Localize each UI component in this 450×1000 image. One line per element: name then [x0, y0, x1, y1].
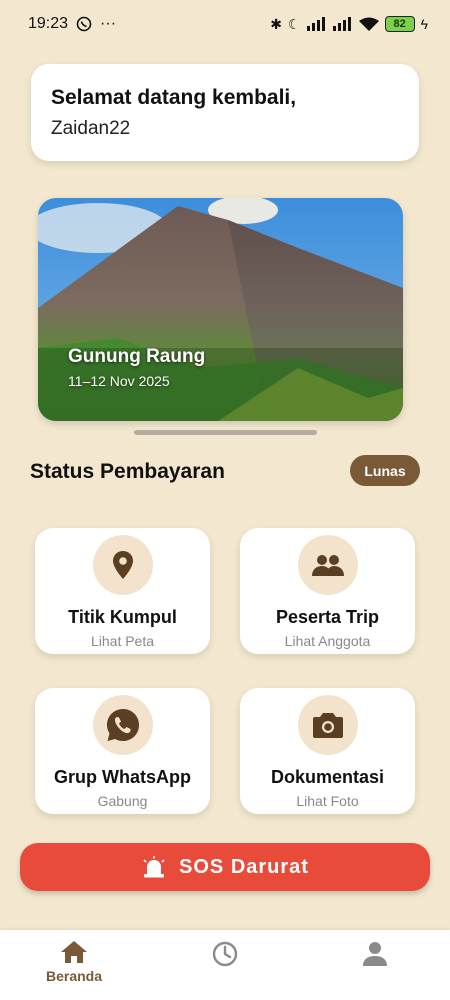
menu-label: Dokumentasi: [270, 767, 385, 787]
nav-history[interactable]: [180, 940, 270, 968]
menu-sublabel: Lihat Foto: [296, 793, 359, 809]
siren-icon: [143, 856, 165, 878]
sos-emergency-button[interactable]: SOS Darurat: [20, 843, 430, 891]
whatsapp-icon: [92, 695, 153, 755]
nav-home[interactable]: Beranda: [29, 940, 119, 984]
menu-label: Titik Kumpul: [68, 607, 177, 627]
bottom-navigation: Beranda: [0, 930, 450, 1000]
signal-icon: [306, 17, 325, 31]
menu-sublabel: Lihat Peta: [90, 633, 155, 649]
meeting-point-card[interactable]: Titik Kumpul Lihat Peta: [35, 528, 210, 654]
location-pin-icon: [92, 535, 153, 595]
wifi-icon: [358, 17, 379, 31]
more-notifications-icon: ···: [100, 15, 117, 32]
payment-status-title: Status Pembayaran: [30, 460, 225, 483]
trip-hero-card[interactable]: Gunung Raung 11–12 Nov 2025: [38, 198, 403, 421]
menu-sublabel: Lihat Anggota: [284, 633, 371, 649]
nav-home-label: Beranda: [45, 968, 103, 984]
dnd-moon-icon: ☾: [288, 15, 301, 32]
payment-status-badge: Lunas: [350, 455, 420, 486]
status-time: 19:23: [28, 15, 69, 32]
charging-icon: ϟ: [420, 16, 428, 32]
signal-icon-2: [332, 17, 351, 31]
status-bar: 19:23 ··· ✱ ☾ 82 ϟ: [0, 0, 450, 48]
welcome-card: Selamat datang kembali, Zaidan22: [31, 64, 419, 161]
menu-label: Peserta Trip: [275, 607, 380, 627]
nav-profile[interactable]: [330, 940, 420, 966]
trip-participants-card[interactable]: Peserta Trip Lihat Anggota: [240, 528, 415, 654]
trip-date: 11–12 Nov 2025: [68, 373, 170, 389]
camera-icon: [297, 695, 358, 755]
whatsapp-group-card[interactable]: Grup WhatsApp Gabung: [35, 688, 210, 814]
welcome-username: Zaidan22: [51, 118, 131, 139]
group-icon: [297, 535, 358, 595]
history-clock-icon: [212, 941, 238, 967]
trip-title: Gunung Raung: [68, 346, 206, 367]
bluetooth-icon: ✱: [270, 15, 283, 32]
menu-label: Grup WhatsApp: [54, 767, 191, 787]
menu-sublabel: Gabung: [97, 793, 148, 809]
welcome-title: Selamat datang kembali,: [51, 86, 297, 109]
home-icon: [61, 941, 87, 963]
profile-icon: [363, 942, 387, 966]
carousel-indicator: [134, 430, 317, 435]
whatsapp-notification-icon: [76, 16, 92, 32]
sos-label: SOS Darurat: [179, 855, 309, 878]
documentation-card[interactable]: Dokumentasi Lihat Foto: [240, 688, 415, 814]
battery-indicator: 82: [384, 16, 415, 32]
